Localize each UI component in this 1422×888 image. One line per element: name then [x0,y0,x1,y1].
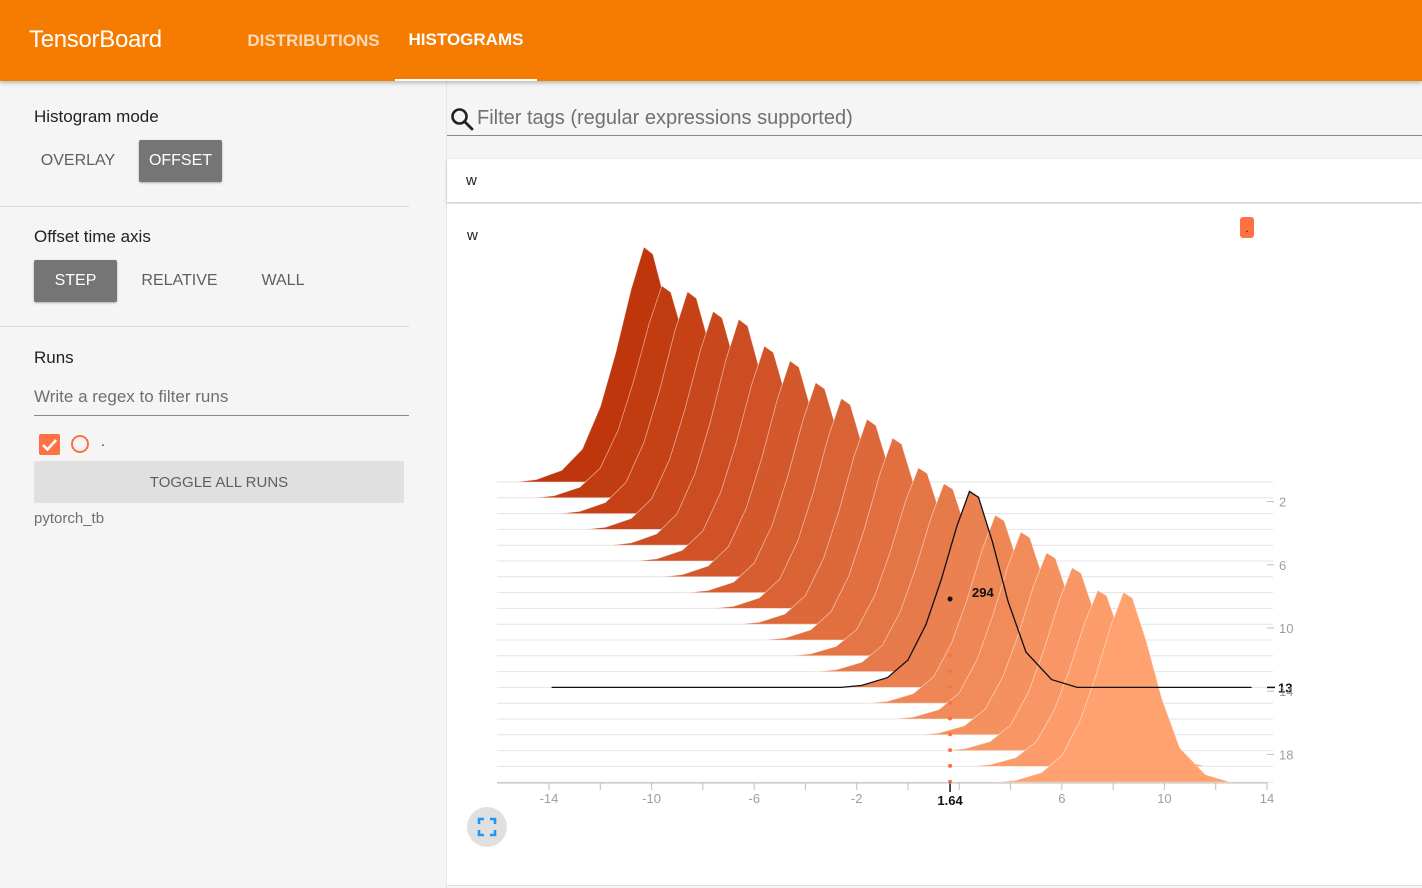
run-name: . [101,433,105,449]
toggle-all-runs-button[interactable]: TOGGLE ALL RUNS [34,461,404,503]
top-app-bar: TensorBoard DISTRIBUTIONS HISTOGRAMS [0,0,1422,81]
run-checkbox[interactable] [39,434,60,455]
step-tick-label: 10 [1279,621,1293,636]
x-tick-label: 6 [1058,791,1065,806]
histogram-mode-title: Histogram mode [34,107,159,126]
x-tick-label: 14 [1260,791,1274,806]
app-title: TensorBoard [29,26,162,53]
sidebar: Histogram mode OVERLAY OFFSET Offset tim… [0,81,447,888]
x-tick-label: 10 [1157,791,1171,806]
section-divider [0,206,409,207]
step-tick-label: 14 [1279,684,1293,699]
hover-guide-dot [948,732,953,737]
hover-guide-dot [948,716,953,721]
hover-guide-dot [948,684,953,689]
wall-button[interactable]: WALL [243,260,323,302]
search-icon [451,108,474,131]
hover-value-label: 294 [972,585,994,600]
hover-guide-dot [948,653,953,658]
tab-distributions[interactable]: DISTRIBUTIONS [233,0,394,81]
runs-title: Runs [34,348,74,367]
tag-group-header[interactable]: w [447,159,1422,202]
tag-filter[interactable]: Filter tags (regular expressions support… [447,101,1422,136]
tag-filter-input[interactable]: Filter tags (regular expressions support… [477,107,853,130]
x-tick-label: -14 [540,791,559,806]
histogram-card: 294 13 1.64 -14 -10 -6 -2 6 10 14 2 6 10 14 18 w . [447,204,1422,886]
run-badge: . [1240,217,1254,238]
histogram-chart[interactable]: 294131.64-14 -10 -6 -2 6 10 1426101418 [447,204,1422,886]
section-divider [0,326,409,327]
tag-group-name: w [466,172,477,189]
x-tick-label: -10 [642,791,661,806]
x-tick-label: -2 [851,791,863,806]
checkmark-icon [42,439,57,452]
card-title: w [467,227,478,244]
run-color-radio[interactable] [71,435,89,453]
hover-point [947,596,953,602]
hover-guide-dot [948,700,953,705]
hover-guide-dot [948,748,953,753]
relative-button[interactable]: RELATIVE [130,260,229,302]
step-button[interactable]: STEP [34,260,117,302]
step-tick-label: 2 [1279,495,1286,510]
fullscreen-button[interactable] [467,807,507,847]
step-tick-label: 6 [1279,558,1286,573]
fullscreen-icon [477,817,497,837]
runs-filter-input[interactable]: Write a regex to filter runs [34,379,409,416]
tab-histograms[interactable]: HISTOGRAMS [395,0,537,81]
x-tick-label: -6 [748,791,760,806]
hover-guide-dot [948,763,953,768]
hover-x-label: 1.64 [937,793,963,808]
hover-guide-dot [948,669,953,674]
log-directory-label: pytorch_tb [34,510,105,527]
step-tick-label: 18 [1279,747,1293,762]
overlay-button[interactable]: OVERLAY [34,140,122,182]
offset-button[interactable]: OFFSET [139,140,222,182]
offset-time-axis-title: Offset time axis [34,227,151,246]
